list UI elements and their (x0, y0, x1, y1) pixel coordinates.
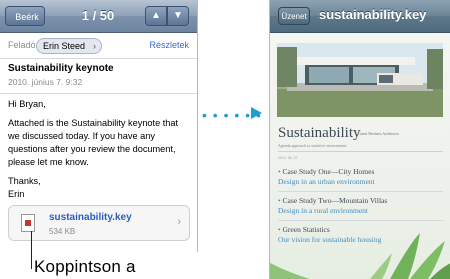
mail-screen: Beérk 1 / 50 ▲ ▼ Feladó: Erin Steed › Ré… (0, 0, 198, 252)
callout-line (31, 231, 32, 269)
attachment-item[interactable]: sustainability.key 534 KB › (8, 205, 190, 241)
message-subject: Sustainability keynote (8, 63, 114, 74)
case-item: • Case Study One—City Homes Design in an… (278, 167, 443, 187)
document-page[interactable]: Sustainability Guest Partners Architects… (270, 33, 450, 279)
house-illustration (277, 43, 443, 117)
house-photo (277, 43, 443, 117)
from-label: Feladó: (8, 40, 39, 50)
document-viewer-screen: Üzenet sustainability.key Sustainability… (269, 0, 450, 279)
grass-decoration (270, 233, 450, 279)
arrow-head-icon (251, 107, 262, 119)
signoff-thanks: Thanks, (8, 176, 41, 186)
subject-block: Sustainability keynote 2010. június 7. 9… (0, 59, 197, 94)
sender-name: Erin Steed (43, 41, 86, 51)
next-message-button[interactable]: ▼ (167, 6, 189, 26)
chevron-right-icon: › (93, 41, 97, 51)
message-counter: 1 / 50 (81, 8, 115, 23)
body-paragraph: Attached is the Sustainability keynote t… (8, 118, 179, 167)
chevron-right-icon: › (177, 216, 181, 228)
inbox-back-button[interactable]: Beérk (5, 6, 45, 26)
case-subtitle: Design in an urban environment (278, 177, 375, 186)
viewer-title: sustainability.key (319, 7, 427, 22)
divider (278, 191, 443, 192)
down-arrow-icon: ▼ (173, 10, 183, 21)
details-link[interactable]: Részletek (149, 40, 189, 50)
callout-label: Koppintson a (34, 257, 136, 276)
document-meta: 2010. 06. 07. (278, 156, 299, 160)
message-back-button[interactable]: Üzenet (278, 7, 310, 25)
message-date: 2010. június 7. 9:32 (8, 77, 83, 87)
case-item: • Case Study Two—Mountain Villas Design … (278, 196, 443, 216)
attachment-size: 534 KB (49, 227, 76, 236)
signoff-name: Erin (8, 189, 25, 199)
document-tagline: Agenda approach to sensitive environment (278, 143, 347, 148)
document-subtitle: Guest Partners Architects (358, 131, 399, 136)
mail-navbar: Beérk 1 / 50 ▲ ▼ (0, 0, 197, 33)
case-title: Case Study Two—Mountain Villas (282, 196, 388, 205)
divider (278, 220, 443, 221)
message-body: Hi Bryan, Attached is the Sustainability… (8, 98, 192, 207)
from-row: Feladó: Erin Steed › Részletek (0, 33, 197, 59)
divider (278, 151, 443, 152)
case-subtitle: Design in a rural environment (278, 206, 368, 215)
document-title: Sustainability (278, 125, 361, 141)
previous-message-button[interactable]: ▲ (145, 6, 167, 26)
sender-chip[interactable]: Erin Steed › (36, 38, 103, 54)
keynote-file-icon (21, 214, 35, 232)
viewer-navbar: Üzenet sustainability.key (270, 0, 450, 33)
case-title: Case Study One—City Homes (282, 167, 375, 176)
greeting: Hi Bryan, (8, 99, 46, 109)
attachment-name: sustainability.key (49, 212, 132, 223)
up-arrow-icon: ▲ (151, 10, 161, 21)
